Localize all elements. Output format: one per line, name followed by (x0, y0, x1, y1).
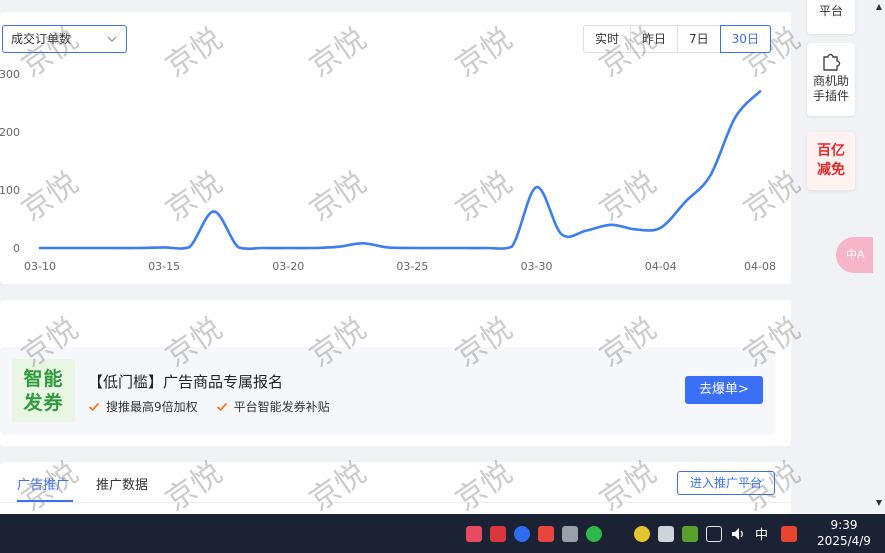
tray-app-icon[interactable] (538, 526, 554, 542)
go-burst-order-button[interactable]: 去爆单> (685, 376, 763, 404)
promo-card: 智能 发券 【低门槛】广告商品专属报名 搜推最高9倍加权 平台智能发券补贴 去爆… (0, 300, 791, 446)
x-tick-label: 03-10 (24, 260, 56, 273)
check-icon (88, 402, 100, 411)
taskbar-clock[interactable]: 9:39 2025/4/9 (812, 517, 876, 549)
sogou-input-icon[interactable] (781, 526, 797, 542)
enter-promotion-platform-button[interactable]: 进入推广平台 (677, 471, 775, 495)
promo-badge-line1: 智能 (23, 368, 64, 390)
range-30day-button[interactable]: 30日 (719, 25, 771, 53)
promo-banner[interactable]: 智能 发券 【低门槛】广告商品专属报名 搜推最高9倍加权 平台智能发券补贴 去爆… (0, 347, 775, 435)
y-tick-label: 100 (0, 184, 20, 197)
tabs-divider (0, 502, 791, 503)
check-icon (216, 402, 227, 411)
promo-bullet-text: 平台智能发券补贴 (233, 400, 330, 414)
tray-app-icon[interactable] (658, 526, 674, 542)
clock-date: 2025/4/9 (817, 534, 871, 548)
wechat-icon[interactable] (586, 526, 602, 542)
ime-indicator[interactable]: 中 (755, 524, 768, 543)
puzzle-icon (823, 53, 841, 71)
tray-app-icon[interactable] (562, 526, 578, 542)
x-tick-label: 04-08 (744, 260, 776, 273)
side-tool-reduce-line2: 减免 (817, 162, 845, 178)
promotion-tabs-card: 广告推广 推广数据 进入推广平台 (0, 462, 791, 522)
side-tool-reduce-line1: 百亿 (817, 143, 845, 159)
scroll-up-icon[interactable] (876, 4, 882, 10)
page-scrollbar[interactable] (873, 0, 885, 514)
tab-ad-promotion[interactable]: 广告推广 (17, 474, 69, 493)
nvidia-icon[interactable] (682, 526, 698, 542)
tray-app-icon[interactable] (634, 526, 650, 542)
x-tick-label: 04-04 (645, 260, 677, 273)
promo-badge: 智能 发券 (12, 359, 75, 422)
clock-time: 9:39 (830, 518, 858, 532)
promo-bullets: 搜推最高9倍加权 平台智能发券补贴 (88, 398, 348, 415)
x-tick-label: 03-25 (396, 260, 428, 273)
x-tick-label: 03-15 (148, 260, 180, 273)
tray-app-icon[interactable] (466, 526, 482, 542)
chart-card: 成交订单数 实时 昨日 7日 30日 0 100 200 300 03-10 03-15… (0, 12, 791, 284)
side-tool-reduce-fee[interactable]: 百亿 减免 (807, 132, 855, 190)
windows-taskbar: 中 9:39 2025/4/9 (0, 514, 885, 553)
y-tick-label: 300 (0, 68, 20, 81)
promo-bullet: 搜推最高9倍加权 (88, 398, 198, 415)
side-tool-helper-plugin[interactable]: 商机助 手插件 (807, 43, 855, 116)
x-tick-label: 03-20 (272, 260, 304, 273)
y-tick-label: 0 (13, 242, 20, 255)
promo-bullet: 平台智能发券补贴 (216, 398, 330, 415)
promo-badge-line2: 发券 (23, 392, 64, 414)
x-tick-label: 03-30 (521, 260, 553, 273)
tray-app-icon[interactable] (490, 526, 506, 542)
side-tool-platform[interactable]: 平台 (807, 0, 855, 34)
side-tool-platform-label: 平台 (818, 4, 843, 18)
chart-series-line (38, 90, 762, 251)
promo-bullet-text: 搜推最高9倍加权 (106, 400, 198, 414)
order-line-chart: 0 100 200 300 03-10 03-15 03-20 03-25 03-30 04-0… (0, 68, 776, 273)
side-tool-helper-line2: 手插件 (812, 89, 849, 103)
tab-promotion-data[interactable]: 推广数据 (96, 474, 148, 493)
network-icon[interactable] (706, 526, 722, 542)
scroll-down-icon[interactable] (876, 500, 882, 506)
volume-icon[interactable] (730, 526, 746, 542)
side-tool-helper-line1: 商机助 (812, 74, 849, 88)
y-tick-label: 200 (0, 126, 20, 139)
tray-app-icon[interactable] (514, 526, 530, 542)
promo-title: 【低门槛】广告商品专属报名 (88, 373, 284, 391)
